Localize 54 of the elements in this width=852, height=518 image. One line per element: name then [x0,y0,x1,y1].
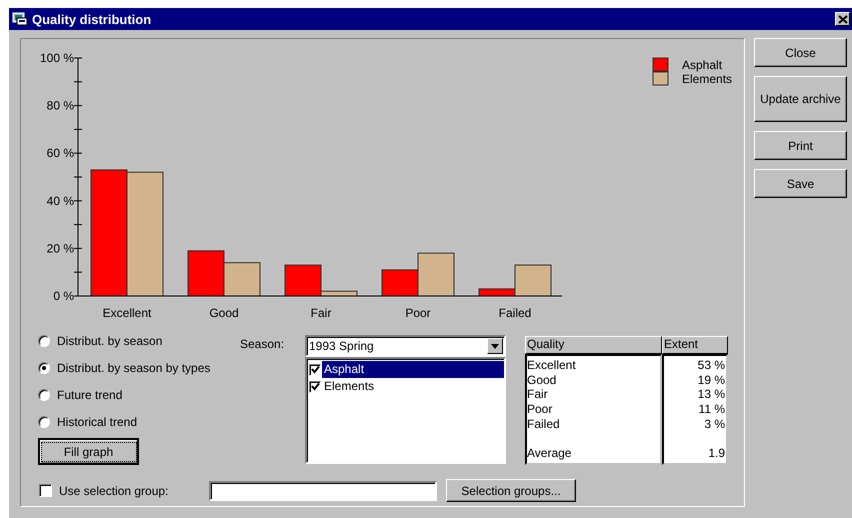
table-cell: 13 % [698,387,725,402]
print-button[interactable]: Print [754,131,847,160]
radio-button[interactable] [38,362,50,374]
radio-label: Future trend [57,388,122,402]
close-icon[interactable] [835,12,850,26]
radio-label: Distribut. by season by types [57,360,210,374]
selection-group-field[interactable] [209,480,437,500]
table-cell-text: Excellent [527,358,577,373]
list-item[interactable]: Asphalt [322,361,504,378]
column-header[interactable]: Extent [662,336,728,354]
tick-label: 100 % [40,51,74,65]
checkbox-label: Use selection group: [59,484,170,498]
legend-label: Elements [682,72,732,86]
radio-button[interactable] [38,416,50,428]
selection-groups-button[interactable]: Selection groups... [446,479,576,502]
tick-label: 60 % [46,146,74,160]
tick-label: 0 % [53,289,74,303]
checkbox[interactable] [309,380,321,392]
season-dropdown[interactable]: 1993 Spring [305,335,506,357]
table-cell-text: Average [527,446,572,461]
category-label: Good [209,306,239,320]
tick-label: 40 % [46,194,74,208]
radio-button[interactable] [38,388,50,400]
table-cell-text: Poor [527,402,554,417]
category-label: Poor [405,306,431,320]
save-button[interactable]: Save [754,169,847,198]
tick-label: 80 % [46,98,74,113]
update-archive-button[interactable]: Update archive [754,76,847,122]
dropdown-arrow-icon [491,344,499,348]
table-cell: 1.9 [708,446,725,461]
list-item[interactable]: Elements [322,378,504,395]
column-header[interactable]: Quality [525,336,662,354]
close-button[interactable]: Close [754,38,847,67]
table-cell: 19 % [698,372,725,388]
radio-button[interactable] [38,334,50,346]
table-cell: 53 % [698,358,725,373]
window-title: Quality distribution [32,12,152,26]
table-cell: 3 % [704,416,725,432]
category-label: Fair [310,306,332,320]
legend-label: Asphalt [682,58,722,72]
checkbox[interactable] [309,364,321,376]
table-cell: 11 % [698,402,725,417]
checkbox[interactable] [39,484,52,497]
table-cell-text: Fair [527,387,549,402]
radio-label: Historical trend [57,414,138,428]
fill-graph-button[interactable]: Fill graph [38,438,139,465]
season-label: Season: [240,336,286,353]
category-label: Excellent [102,306,152,320]
tick-label: 20 % [46,241,74,256]
category-label: Failed [498,306,532,320]
radio-label: Distribut. by season [57,334,162,348]
table-cell-text: Good [527,372,558,388]
window-icon [12,12,28,26]
table-cell-text: Failed [527,416,561,432]
